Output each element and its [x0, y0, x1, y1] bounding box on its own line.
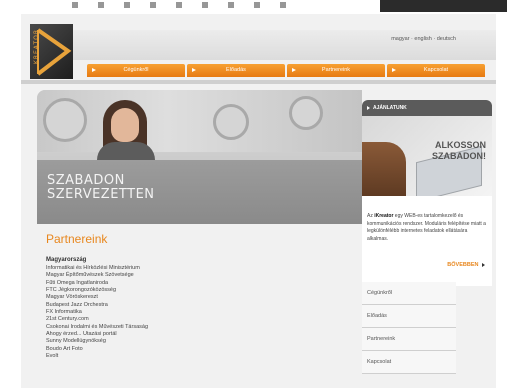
nav-arrow-icon [192, 68, 196, 72]
banner-person-shirt [97, 142, 155, 162]
arrow-right-icon [482, 262, 485, 267]
banner-line-1: SZABADON [47, 173, 125, 188]
nav-item-label: Cégünkről [123, 67, 149, 73]
banner-dial-icon [43, 98, 87, 142]
header-divider [21, 80, 496, 84]
offer-description: Az iKreator egy WEB-es tartalomkezelő és… [367, 213, 489, 243]
banner-dial-icon [289, 96, 323, 130]
offer-header: AJÁNLATUNK [362, 100, 492, 116]
nav-item-partnereink[interactable]: Partnereink [287, 64, 385, 77]
partner-item[interactable]: Magyar Építőművészek Szövetsége [46, 272, 148, 279]
side-menu-item-partnereink[interactable]: Partnereink [362, 328, 456, 351]
logo[interactable]: KREATOR [30, 24, 73, 79]
language-links[interactable]: magyar · english · deutsch [391, 36, 456, 42]
promo-line-1: ALKOSSON [434, 140, 486, 150]
promo-line-2: SZABADON! [432, 151, 486, 161]
hero-banner: SZABADON SZERVEZETTEN [37, 90, 362, 224]
partner-item[interactable]: Magyar Vöröskereszt [46, 294, 148, 301]
more-link-label: BŐVEBBEN [447, 262, 479, 268]
nav-arrow-icon [92, 68, 96, 72]
banner-line-2: SZERVEZETTEN [47, 187, 155, 202]
partner-list: Informatikai és Hírközlési Minisztérium … [46, 265, 148, 360]
category-heading: Magyarország [46, 257, 87, 263]
partner-item[interactable]: Boudo Art Foto [46, 346, 148, 353]
more-link[interactable]: BŐVEBBEN [447, 262, 485, 268]
nav-item-label: Kapcsolat [423, 67, 449, 73]
top-decoration [72, 2, 302, 8]
page-title: Partnereink [46, 232, 108, 246]
partner-item[interactable]: Csokonai Irodalmi és Művészeti Társaság [46, 324, 148, 331]
partner-item[interactable]: Fűti Omega Ingatlaniroda [46, 280, 148, 287]
partner-item[interactable]: FX Informatika [46, 309, 148, 316]
offer-brand: iKreator [374, 213, 394, 219]
partner-item[interactable]: Budapest Jazz Orchestra [46, 302, 148, 309]
partner-item[interactable]: Sunny Modellügynökség [46, 338, 148, 345]
promo-image[interactable]: ALKOSSON SZABADON! [362, 116, 492, 196]
side-menu-item-kapcsolat[interactable]: Kapcsolat [362, 351, 456, 374]
header-band [73, 30, 496, 60]
side-menu-item-cegunkrol[interactable]: Cégünkről [362, 282, 456, 305]
main-nav: Cégünkről Előadás Partnereink Kapcsolat [87, 64, 485, 77]
nav-arrow-icon [292, 68, 296, 72]
nav-item-label: Előadás [226, 67, 246, 73]
banner-title: SZABADON SZERVEZETTEN [47, 174, 155, 202]
banner-dial-icon [213, 104, 249, 140]
nav-item-cegunkrol[interactable]: Cégünkről [87, 64, 185, 77]
banner-person-face [111, 108, 139, 142]
promo-hand [362, 142, 406, 196]
nav-item-eloadas[interactable]: Előadás [187, 64, 285, 77]
side-menu: Cégünkről Előadás Partnereink Kapcsolat [362, 282, 456, 374]
partner-item[interactable]: 21st Century.com [46, 316, 148, 323]
partner-item[interactable]: Evolt [46, 353, 148, 360]
partner-item[interactable]: FTC Jégkorongozóközösség [46, 287, 148, 294]
offer-header-label: AJÁNLATUNK [373, 105, 407, 111]
logo-text: KREATOR [33, 29, 40, 65]
top-dark-bar [380, 0, 507, 12]
nav-arrow-icon [392, 68, 396, 72]
side-menu-item-eloadas[interactable]: Előadás [362, 305, 456, 328]
nav-item-kapcsolat[interactable]: Kapcsolat [387, 64, 485, 77]
nav-item-label: Partnereink [321, 67, 351, 73]
page-container: KREATOR magyar · english · deutsch Cégün… [21, 14, 496, 388]
arrow-right-icon [367, 106, 370, 110]
offer-panel: AJÁNLATUNK ALKOSSON SZABADON! Az iKreato… [362, 100, 492, 286]
partner-item[interactable]: Ahogy érzed... Utazási portál [46, 331, 148, 338]
promo-title: ALKOSSON SZABADON! [432, 140, 486, 162]
